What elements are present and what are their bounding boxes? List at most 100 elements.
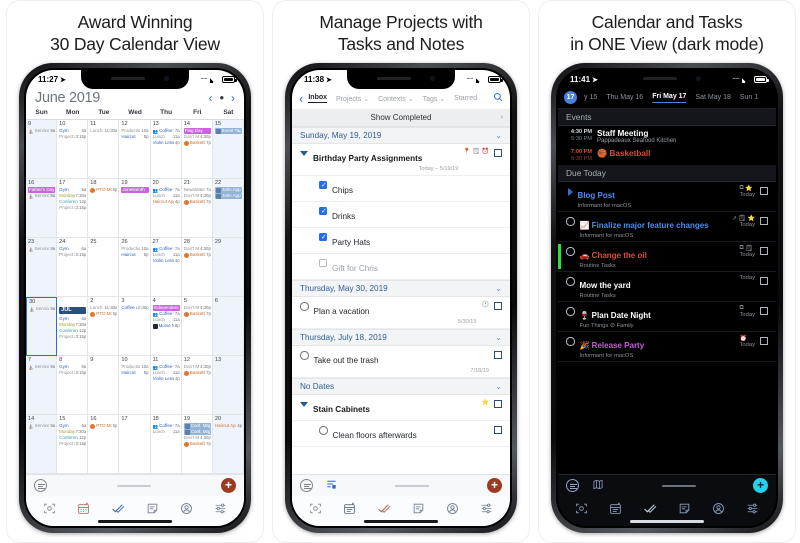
settings-sliders-icon[interactable]: [214, 502, 227, 515]
tab-bar-2[interactable]: [292, 496, 510, 526]
due-today-list[interactable]: Blog Post Informant for macOS ⧉ ⭐ Today 📈 Fin…: [558, 182, 776, 474]
calendar-event[interactable]: Basketb 7p: [183, 311, 211, 317]
calendar-event[interactable]: Haircut 5p: [121, 252, 148, 258]
expand-caret-icon[interactable]: [300, 402, 308, 407]
task-row[interactable]: Take out the trash 7/18/19: [292, 346, 510, 378]
calendar-day-cell[interactable]: 12Production10aHaircut5p: [119, 120, 151, 179]
calendar-event[interactable]: PTO Mo 6p: [90, 187, 117, 193]
calendar-event[interactable]: Basketb 7p: [183, 140, 211, 146]
contacts-icon[interactable]: [712, 502, 725, 515]
chevron-down-icon[interactable]: ⌄: [495, 284, 502, 293]
tab-projects[interactable]: Projects ⌄: [336, 95, 369, 103]
calendar-day-cell[interactable]: 4Independence👥Coffee w7aLunch11aMovie N8…: [150, 297, 182, 356]
calendar-day-cell[interactable]: 11Lunch r11:30a: [88, 120, 120, 179]
task-select-box[interactable]: [760, 247, 768, 255]
tab-inbox[interactable]: Inbox: [308, 94, 328, 103]
expand-caret-icon[interactable]: [300, 151, 308, 156]
calendar-day-cell[interactable]: 20👥Coffee w7aLunch11aHaircut Appt4p: [150, 179, 182, 238]
calendar-event[interactable]: Project N3:15p: [59, 134, 86, 140]
calendar-day-cell[interactable]: 9 ⛪ Service 9a: [26, 120, 58, 179]
task-radio[interactable]: [566, 247, 575, 256]
task-radio[interactable]: [300, 302, 309, 311]
calendar-day-cell[interactable]: 6: [212, 297, 244, 356]
drag-grabber[interactable]: [395, 484, 429, 487]
hamburger-circle-icon[interactable]: [566, 479, 579, 492]
task-checkbox[interactable]: [319, 181, 327, 189]
add-task-button[interactable]: +: [487, 478, 502, 493]
calendar-day-cell[interactable]: 26Production10aHaircut5p: [119, 238, 151, 297]
task-radio[interactable]: [566, 277, 575, 286]
task-section-header[interactable]: No Dates ⌄: [292, 378, 510, 395]
calendar-day-cell[interactable]: 20Haircut Appt4p: [212, 415, 244, 474]
calendar-event[interactable]: Violin Lesso4p: [153, 258, 180, 264]
calendar-day-cell[interactable]: 13: [212, 356, 244, 415]
calendar-event-row[interactable]: 7:00 PM 8:30 PM 🏀 Basketball: [558, 146, 776, 165]
task-row[interactable]: Birthday Party Assignments Today – 5/19/1…: [292, 144, 510, 176]
notes-icon[interactable]: [678, 502, 691, 515]
tab-bar-1[interactable]: [26, 496, 244, 526]
calendar-event[interactable]: Project N3:15p: [59, 370, 86, 376]
back-button[interactable]: ‹: [299, 91, 303, 106]
due-task-row[interactable]: 🎉 Release Party Informant for macOS ⏰ Today: [558, 332, 776, 362]
due-task-row[interactable]: 🍷 Plan Date Night Fun Things ⊘ Family ⧉ Tod…: [558, 302, 776, 332]
calendar-event[interactable]: Violin Lesso4p: [153, 376, 180, 382]
settings-sliders-icon[interactable]: [480, 502, 493, 515]
hamburger-circle-icon[interactable]: [300, 479, 313, 492]
tab-tags[interactable]: Tags ⌄: [423, 95, 446, 103]
task-row[interactable]: Gift for Chris: [292, 254, 510, 280]
calendar-event[interactable]: Project N3:15p: [59, 205, 86, 211]
task-select-box[interactable]: [760, 277, 768, 285]
calendar-event[interactable]: Lunch 11a: [153, 429, 180, 435]
chevron-down-icon[interactable]: ⌄: [495, 333, 502, 342]
due-task-row[interactable]: Blog Post Informant for macOS ⧉ ⭐ Today: [558, 182, 776, 212]
calendar-day-cell[interactable]: 17: [119, 415, 151, 474]
due-task-row[interactable]: Mow the yard Routine Tasks Today: [558, 272, 776, 302]
calendar-event[interactable]: ⛪ Service 9a: [29, 306, 55, 312]
calendar-day-cell[interactable]: 3Coffee at2:30p: [119, 297, 151, 356]
calendar-day-cell[interactable]: 18 PTO Mo 6p: [88, 179, 120, 238]
calendar-day-cell[interactable]: 12Don't Mow4:30pBasketb7p: [181, 356, 213, 415]
calendar-day-cell[interactable]: 24Gym6aProject N3:15p: [57, 238, 89, 297]
due-task-row[interactable]: 📈 Finalize major feature changes Informan…: [558, 212, 776, 242]
task-radio[interactable]: [566, 307, 575, 316]
calendar-day-cell[interactable]: 2Lunch r11:30aPTO Mo6p: [88, 297, 120, 356]
focus-icon[interactable]: [575, 502, 588, 515]
calendar-event[interactable]: Juneteenth: [121, 187, 149, 193]
expand-caret-icon[interactable]: [567, 188, 573, 196]
task-select-box[interactable]: [494, 351, 502, 359]
drag-grabber[interactable]: [661, 484, 696, 487]
task-select-box[interactable]: [760, 337, 768, 345]
notes-icon[interactable]: [412, 502, 425, 515]
calendar-icon[interactable]: [343, 502, 356, 515]
task-select-box[interactable]: [494, 149, 502, 157]
calendar-event[interactable]: Basketb 7p: [183, 199, 211, 205]
calendar-day-cell[interactable]: 22 John Appt John Appt: [212, 179, 244, 238]
today-badge[interactable]: 17: [564, 91, 577, 104]
task-row[interactable]: Drinks: [292, 202, 510, 228]
next-month-button[interactable]: ›: [231, 91, 235, 105]
task-row[interactable]: Party Hats: [292, 228, 510, 254]
calendar-event[interactable]: John Appt: [214, 193, 242, 199]
calendar-day-cell[interactable]: 10Production10aHaircut5p: [119, 356, 151, 415]
calendar-event[interactable]: Event Tags: [214, 128, 242, 134]
calendar-event[interactable]: Movie N 8p: [152, 323, 180, 329]
task-select-box[interactable]: [760, 307, 768, 315]
tasks-tab-group[interactable]: Inbox Projects ⌄ Contexts ⌄ Tags ⌄ Starred: [308, 94, 477, 103]
calendar-event[interactable]: Haircut Appt4p: [215, 423, 242, 429]
task-select-box[interactable]: [494, 302, 502, 310]
calendar-day-cell[interactable]: 29: [212, 238, 244, 297]
calendar-day-cell[interactable]: 11👥Coffee w7aLunch11aViolin Lesso4p: [150, 356, 182, 415]
tab-contexts[interactable]: Contexts ⌄: [378, 95, 413, 103]
filter-icon[interactable]: [326, 477, 337, 495]
task-checkbox[interactable]: [319, 233, 327, 241]
calendar-day-cell[interactable]: 28Don't Mow4:30pBasketb7p: [181, 238, 213, 297]
chevron-down-icon[interactable]: ⌄: [495, 382, 502, 391]
focus-icon[interactable]: [309, 502, 322, 515]
task-radio[interactable]: [566, 337, 575, 346]
add-item-button[interactable]: +: [753, 478, 768, 493]
calendar-event[interactable]: Violin Lesso4p: [153, 140, 180, 146]
day-tabs[interactable]: y 15 Thu May 16 Fri May 17 Sat May 18 Sun 1: [584, 93, 758, 103]
calendar-day-cell[interactable]: 9: [88, 356, 120, 415]
calendar-day-cell[interactable]: 8Gym6aProject N3:15p: [57, 356, 89, 415]
calendar-day-cell[interactable]: 25: [88, 238, 120, 297]
